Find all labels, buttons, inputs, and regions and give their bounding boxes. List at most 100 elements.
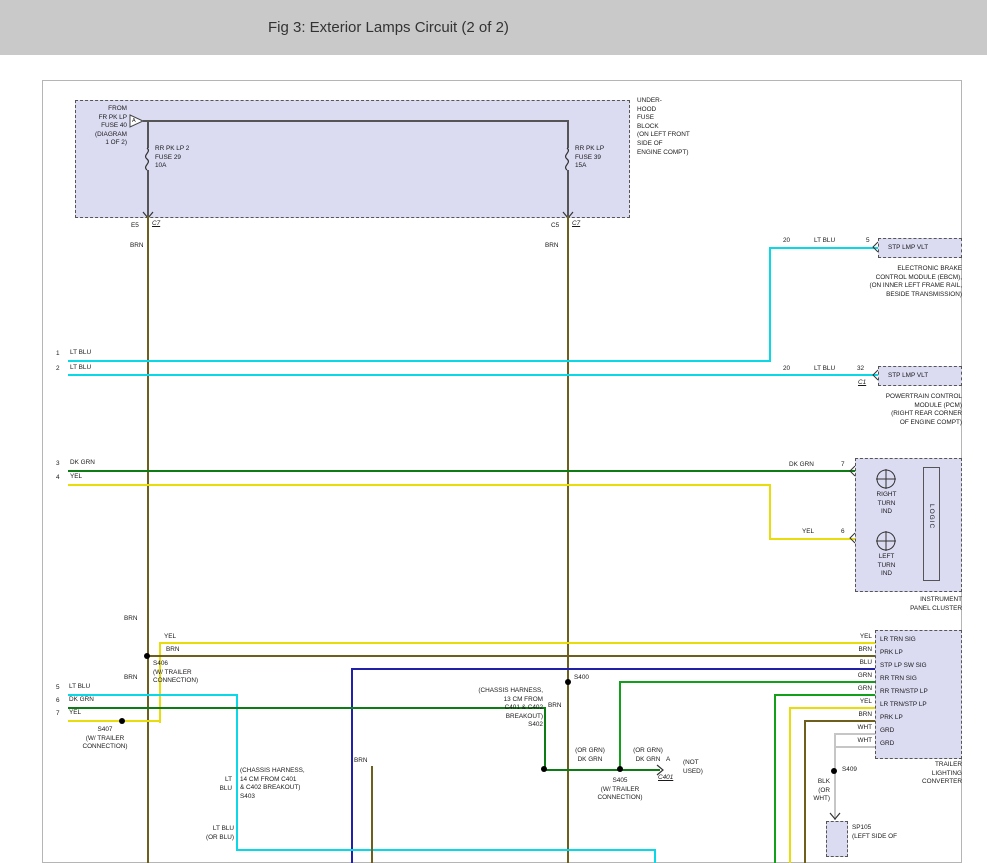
converter-row-wire-color: YEL bbox=[828, 698, 872, 707]
wire5-color: LT BLU bbox=[69, 683, 90, 692]
pcm-port-label: STP LMP VLT bbox=[888, 372, 928, 381]
wire-color-label-brn: BRN bbox=[124, 615, 138, 624]
converter-row-wire-color: BRN bbox=[828, 711, 872, 720]
ebcm-terminal: 20 bbox=[783, 237, 790, 246]
splice-s409-label: S409 bbox=[842, 766, 857, 775]
wire7-color: YEL bbox=[69, 709, 81, 718]
trailer-converter-caption: TRAILER LIGHTING CONVERTER bbox=[860, 761, 962, 787]
wire-grn-s405-vertical bbox=[619, 681, 621, 771]
right-turn-ind-label: RIGHT TURN IND bbox=[866, 491, 907, 517]
wire-ltblu-ebcm-horizontal bbox=[769, 247, 878, 249]
converter-row-wire-color: BRN bbox=[828, 646, 872, 655]
converter-row-signal: RR TRN/STP LP bbox=[880, 688, 928, 697]
cluster-left-pin: 6 bbox=[841, 528, 845, 537]
wire-wht-grd-2 bbox=[834, 746, 875, 748]
wire2-color: LT BLU bbox=[70, 364, 91, 373]
wire-color-label-brn: BRN bbox=[545, 242, 559, 251]
converter-row-signal: GRD bbox=[880, 740, 894, 749]
splice-dot-s405 bbox=[617, 766, 623, 772]
wire-wht-grd-1 bbox=[834, 733, 875, 735]
left-turn-indicator-bulb-icon bbox=[874, 529, 898, 553]
fuse39-icon bbox=[561, 147, 573, 171]
ebcm-pin: 5 bbox=[866, 237, 870, 246]
ebcm-port-label: STP LMP VLT bbox=[888, 244, 928, 253]
instrument-cluster-caption: INSTRUMENT PANEL CLUSTER bbox=[810, 596, 962, 613]
wire-blu-stp-lp-sw bbox=[351, 668, 875, 670]
fuse39-label: RR PK LP FUSE 39 15A bbox=[575, 145, 604, 171]
pcm-wire-color: LT BLU bbox=[814, 365, 835, 374]
wire-ltblu-1 bbox=[68, 360, 771, 362]
wire4-color: YEL bbox=[70, 473, 82, 482]
or-grn-label-1: (OR GRN) DK GRN bbox=[564, 747, 616, 764]
cluster-right-pin: 7 bbox=[841, 461, 845, 470]
wire-ltblu-bottom-drop bbox=[654, 849, 656, 863]
wire4-number: 4 bbox=[56, 474, 60, 483]
c401-ref-letter: A bbox=[666, 756, 670, 765]
connector-pin-e5: E5 bbox=[131, 222, 139, 231]
header-bar: Fig 3: Exterior Lamps Circuit (2 of 2) bbox=[0, 0, 987, 55]
splice-s406-label: S406 (W/ TRAILER CONNECTION) bbox=[153, 660, 198, 686]
splice-s400-label: S400 bbox=[574, 674, 589, 683]
converter-row-signal: PRK LP bbox=[880, 714, 903, 723]
fuse29-icon bbox=[141, 147, 153, 171]
wire-brn-prk-out bbox=[804, 720, 875, 722]
fuse29-label: RR PK LP 2 FUSE 29 10A bbox=[155, 145, 189, 171]
converter-row-wire-color: YEL bbox=[828, 633, 872, 642]
pcm-caption: POWERTRAIN CONTROL MODULE (PCM) (RIGHT R… bbox=[760, 393, 962, 427]
wire-brn-mid-vertical bbox=[371, 766, 373, 863]
fuse39-out-wire bbox=[567, 170, 569, 216]
wire1-number: 1 bbox=[56, 350, 60, 359]
wire6-number: 6 bbox=[56, 697, 60, 706]
converter-row-signal: PRK LP bbox=[880, 649, 903, 658]
sp105-splice-box bbox=[826, 821, 848, 857]
pcm-connector-c1: C1 bbox=[858, 379, 866, 388]
wire-brn-right-vertical bbox=[567, 216, 569, 863]
connector-pin-c5: C5 bbox=[551, 222, 559, 231]
page-title: Fig 3: Exterior Lamps Circuit (2 of 2) bbox=[268, 19, 509, 36]
wire-brn-prk-lp bbox=[147, 655, 875, 657]
right-turn-indicator-bulb-icon bbox=[874, 467, 898, 491]
wire-yel-lr-trn-stp bbox=[789, 707, 875, 709]
pcm-pin: 32 bbox=[857, 365, 864, 374]
connector-c7-left: C7 bbox=[152, 220, 160, 229]
arrowhead-down-icon bbox=[829, 812, 841, 820]
wire-grn-rr-trn-sig bbox=[619, 681, 875, 683]
wire-wht-ground-vertical bbox=[834, 733, 836, 820]
connector-c401-label: C401 bbox=[658, 774, 673, 783]
wire3-number: 3 bbox=[56, 460, 60, 469]
wire-yel-4-to-cluster bbox=[769, 538, 855, 540]
left-turn-ind-label: LEFT TURN IND bbox=[866, 553, 907, 579]
splice-s403-label: (CHASSIS HARNESS, 14 CM FROM C401 & C402… bbox=[240, 767, 305, 801]
splice-dot-s400 bbox=[565, 679, 571, 685]
underhood-fuse-block-caption: UNDER- HOOD FUSE BLOCK (ON LEFT FRONT SI… bbox=[637, 97, 690, 157]
splice-s405-label: S405 (W/ TRAILER CONNECTION) bbox=[583, 777, 657, 803]
fuse39-feed-wire bbox=[567, 121, 569, 148]
wire-color-label-brn: BRN bbox=[166, 646, 180, 655]
converter-row-signal: GRD bbox=[880, 727, 894, 736]
wire-color-label-brn: BRN bbox=[548, 702, 562, 711]
wire-dkgrn-3 bbox=[68, 470, 855, 472]
splice-dot-s402 bbox=[541, 766, 547, 772]
wire-dkgrn-to-c401 bbox=[544, 769, 660, 771]
wire-yel-7 bbox=[68, 720, 161, 722]
wire-blu-vertical bbox=[351, 668, 353, 863]
fuse29-out-wire bbox=[147, 170, 149, 216]
wire2-number: 2 bbox=[56, 365, 60, 374]
converter-row-signal: RR TRN SIG bbox=[880, 675, 917, 684]
converter-row-signal: STP LP SW SIG bbox=[880, 662, 927, 671]
not-used-label: (NOT USED) bbox=[683, 759, 703, 776]
wire-yel-4 bbox=[68, 484, 771, 486]
converter-row-signal: LR TRN/STP LP bbox=[880, 701, 927, 710]
converter-row-wire-color: GRN bbox=[828, 672, 872, 681]
wire1-color: LT BLU bbox=[70, 349, 91, 358]
fuse29-feed-wire bbox=[147, 121, 149, 148]
pcm-terminal: 20 bbox=[783, 365, 790, 374]
converter-row-wire-color: WHT bbox=[828, 724, 872, 733]
wire-color-label-yel: YEL bbox=[164, 633, 176, 642]
wire-ltblu-5-vertical bbox=[236, 694, 238, 851]
connector-c7-right: C7 bbox=[572, 220, 580, 229]
converter-row-wire-color: GRN bbox=[828, 685, 872, 694]
sp105-label: SP105 (LEFT SIDE OF bbox=[852, 824, 897, 841]
converter-row-signal: LR TRN SIG bbox=[880, 636, 916, 645]
wire-yel-lr-trn-sig bbox=[159, 642, 875, 644]
